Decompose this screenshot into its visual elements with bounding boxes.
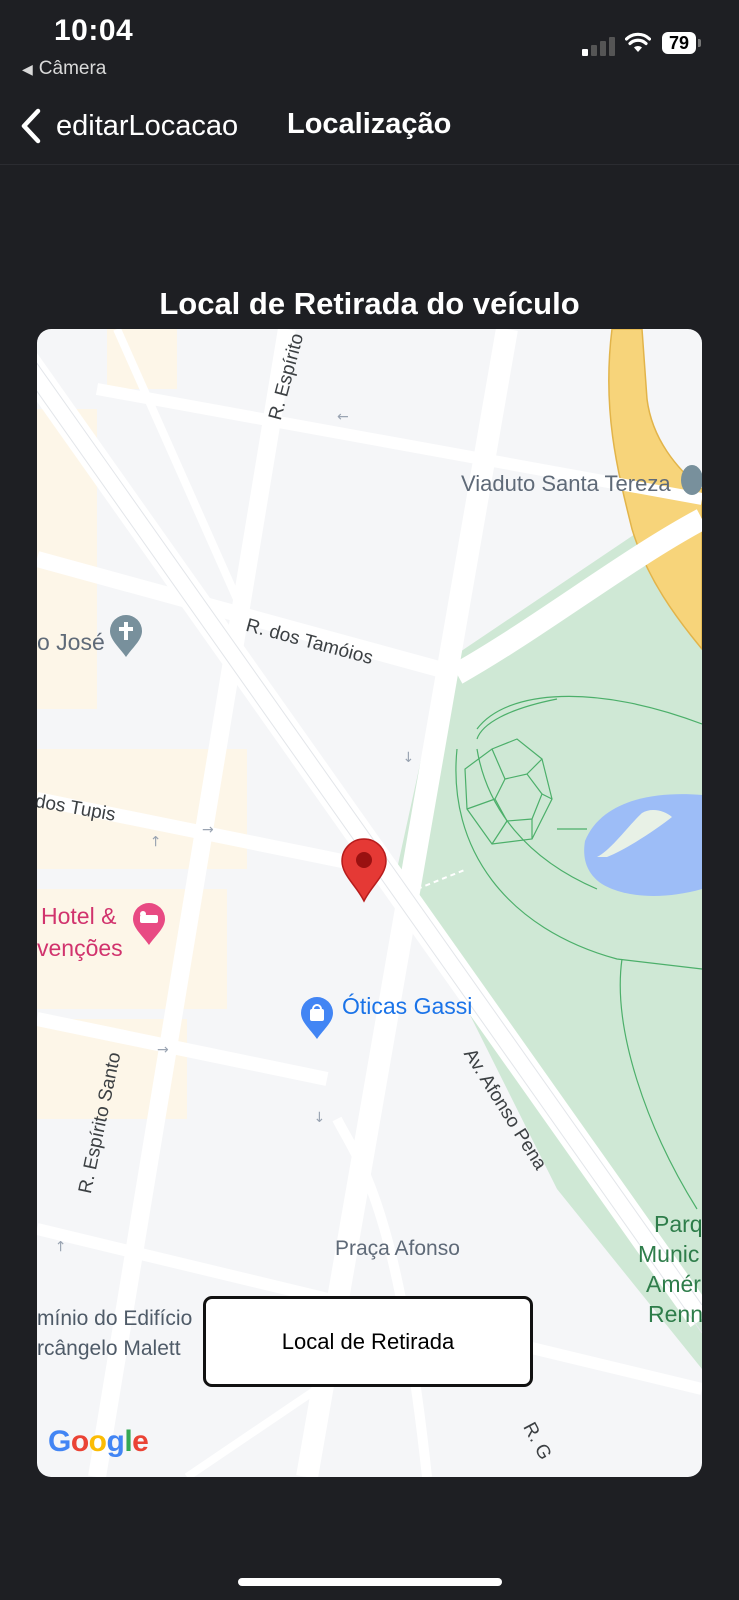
back-app-label: Câmera <box>38 58 107 79</box>
google-logo: Google <box>48 1425 149 1459</box>
svg-text:→: → <box>400 751 416 763</box>
map-label-condominio-1: mínio do Edifício <box>37 1307 193 1330</box>
shopping-bag-icon <box>301 997 333 1039</box>
svg-text:→: → <box>53 1240 69 1252</box>
google-letter: G <box>48 1425 71 1458</box>
page-title: Localização <box>287 108 452 140</box>
status-bar: 10:04 ◀ Câmera 79 <box>0 0 739 90</box>
map-label-parque-4: Renn <box>648 1301 702 1327</box>
battery-tip <box>698 39 701 47</box>
map-label-parque-3: Amér <box>646 1271 701 1297</box>
map-label-viaduto: Viaduto Santa Tereza <box>461 471 671 496</box>
map-label-sao-jose: o José <box>37 629 105 655</box>
chevron-left-icon <box>21 108 41 144</box>
google-letter: o <box>70 1425 89 1458</box>
map-label-parque-2: Munic <box>638 1241 700 1267</box>
section-title: Local de Retirada do veículo <box>159 286 580 321</box>
svg-text:→: → <box>148 835 164 847</box>
google-letter: e <box>132 1425 149 1458</box>
svg-text:←: ← <box>337 409 349 425</box>
map-label-hotel-2: venções <box>37 935 123 961</box>
nav-back-button[interactable]: editarLocacao <box>20 106 238 146</box>
battery-icon: 79 <box>662 32 696 54</box>
back-to-app-link[interactable]: ◀ Câmera <box>22 58 106 80</box>
svg-text:→: → <box>311 1111 327 1123</box>
map-label-condominio-2: rcângelo Malett <box>37 1337 181 1360</box>
wifi-icon <box>625 32 651 52</box>
pickup-callout-label: Local de Retirada <box>281 1328 455 1354</box>
church-icon <box>110 615 142 657</box>
google-letter: g <box>106 1425 125 1458</box>
poi-icon-partial <box>681 465 702 495</box>
google-letter: l <box>124 1425 133 1458</box>
svg-text:→: → <box>157 1042 169 1058</box>
nav-back-label: editarLocacao <box>56 109 239 142</box>
svg-text:→: → <box>202 822 214 838</box>
hotel-icon <box>133 903 165 945</box>
back-triangle-icon: ◀ <box>22 61 33 77</box>
pickup-callout[interactable]: Local de Retirada <box>203 1296 533 1387</box>
map-label-oticas: Óticas Gassi <box>342 993 473 1019</box>
status-time: 10:04 <box>54 14 134 47</box>
home-indicator[interactable] <box>238 1578 502 1586</box>
map-label-parque-1: Parq <box>654 1211 702 1237</box>
map-label-hotel-1: Hotel & <box>41 903 117 929</box>
navigation-bar: editarLocacao Localização <box>0 90 739 165</box>
google-letter: o <box>88 1425 107 1458</box>
location-pin-icon[interactable] <box>340 837 388 903</box>
map-label-praca: Praça Afonso <box>335 1237 460 1260</box>
cellular-signal-icon <box>582 36 618 56</box>
